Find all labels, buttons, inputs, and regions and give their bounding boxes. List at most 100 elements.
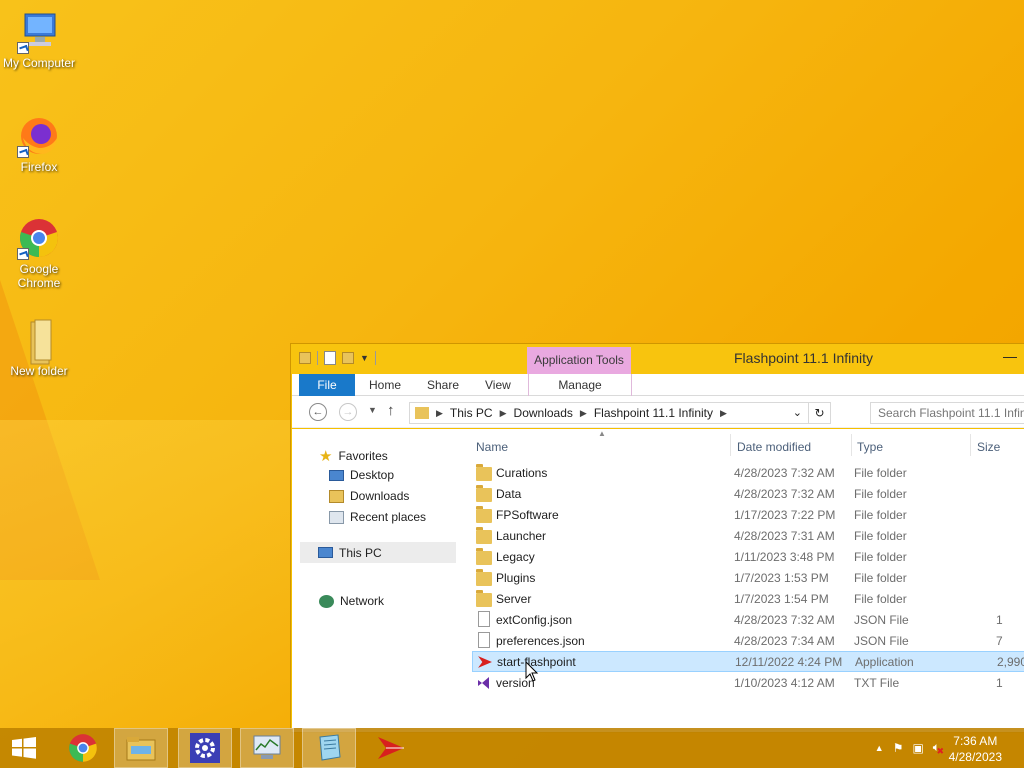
table-row[interactable]: FPSoftware 1/17/2023 7:22 PM File folder xyxy=(472,504,1024,525)
table-row[interactable]: Data 4/28/2023 7:32 AM File folder xyxy=(472,483,1024,504)
tab-manage[interactable]: Manage xyxy=(528,374,632,396)
file-date: 4/28/2023 7:31 AM xyxy=(734,528,835,543)
windows-logo-icon xyxy=(12,737,36,759)
desktop-icon-my-computer[interactable]: My Computer xyxy=(2,10,76,70)
flashpoint-icon xyxy=(378,737,404,759)
nav-network[interactable]: Network xyxy=(319,594,384,608)
breadcrumb-downloads[interactable]: Downloads xyxy=(514,406,573,420)
table-row[interactable]: start-flashpoint 12/11/2022 4:24 PM Applic… xyxy=(472,651,1024,672)
taskbar-notepad[interactable] xyxy=(302,728,356,768)
desktop-icon-label: Google Chrome xyxy=(17,262,61,290)
chrome-icon xyxy=(17,216,61,260)
show-hidden-icons-icon[interactable]: ▲ xyxy=(875,743,884,753)
file-date: 4/28/2023 7:32 AM xyxy=(734,612,835,627)
start-button[interactable] xyxy=(0,728,48,768)
file-date: 1/10/2023 4:12 AM xyxy=(734,675,835,690)
column-header-size[interactable]: Size xyxy=(977,440,1000,454)
title-bar[interactable]: ▼ Application Tools Flashpoint 11.1 Infi… xyxy=(291,344,1024,374)
nav-favorites[interactable]: ★ Favorites xyxy=(319,447,388,465)
volume-muted-icon[interactable]: 🔈︎ ✖ xyxy=(933,740,944,756)
nav-label: Recent places xyxy=(350,510,427,524)
refresh-icon[interactable]: ↻ xyxy=(808,403,830,423)
file-icon xyxy=(478,632,490,648)
file-date: 4/28/2023 7:32 AM xyxy=(734,465,835,480)
taskbar-flashpoint[interactable] xyxy=(364,728,418,768)
back-button[interactable]: ← xyxy=(309,403,327,421)
desktop-icon-chrome[interactable]: Google Chrome xyxy=(2,216,76,290)
column-divider[interactable] xyxy=(851,434,852,456)
address-bar[interactable]: ▶ This PC ▶ Downloads ▶ Flashpoint 11.1 … xyxy=(409,402,831,424)
nav-label: Network xyxy=(340,594,385,608)
folder-icon xyxy=(476,590,492,607)
desktop-icon-label: My Computer xyxy=(2,56,76,70)
column-header-name[interactable]: Name xyxy=(476,440,508,454)
desktop-icon-firefox[interactable]: Firefox xyxy=(2,114,76,174)
file-date: 1/11/2023 3:48 PM xyxy=(734,549,835,564)
forward-button[interactable]: → xyxy=(339,403,357,421)
taskbar-file-explorer[interactable] xyxy=(114,728,168,768)
nav-recent-places[interactable]: Recent places xyxy=(329,510,426,524)
breadcrumb-flashpoint[interactable]: Flashpoint 11.1 Infinity xyxy=(594,406,713,420)
recent-places-icon xyxy=(329,510,344,524)
table-row[interactable]: Launcher 4/28/2023 7:31 AM File folder xyxy=(472,525,1024,546)
minimize-button[interactable]: — xyxy=(1003,348,1017,364)
desktop-icon xyxy=(329,469,344,481)
tab-home[interactable]: Home xyxy=(369,374,401,396)
properties-icon[interactable] xyxy=(324,351,336,365)
computer-icon xyxy=(318,547,333,558)
column-divider[interactable] xyxy=(970,434,971,456)
file-type: TXT File xyxy=(854,675,900,690)
network-icon[interactable]: ▣ xyxy=(912,741,923,755)
table-row[interactable]: Legacy 1/11/2023 3:48 PM File folder xyxy=(472,546,1024,567)
tab-file[interactable]: File xyxy=(299,374,355,396)
nav-this-pc[interactable]: This PC xyxy=(300,542,456,563)
file-size: 1 xyxy=(996,675,1003,690)
table-row[interactable]: preferences.json 4/28/2023 7:34 AM JSON Fi… xyxy=(472,630,1024,651)
table-row[interactable]: Server 1/7/2023 1:54 PM File folder xyxy=(472,588,1024,609)
wallpaper-shape xyxy=(0,420,300,740)
nav-desktop[interactable]: Desktop xyxy=(329,468,394,482)
chrome-icon xyxy=(69,734,97,762)
divider xyxy=(317,351,318,365)
nav-label: Favorites xyxy=(338,449,388,463)
table-row[interactable]: Curations 4/28/2023 7:32 AM File folder xyxy=(472,462,1024,483)
tab-share[interactable]: Share xyxy=(427,374,459,396)
chevron-down-icon[interactable]: ▼ xyxy=(360,353,369,363)
file-type: JSON File xyxy=(854,633,909,648)
taskbar-settings[interactable] xyxy=(178,728,232,768)
column-header-date[interactable]: Date modified xyxy=(737,440,811,454)
table-row[interactable]: version 1/10/2023 4:12 AM TXT File 1 xyxy=(472,672,1024,693)
file-name: extConfig.json xyxy=(496,612,573,627)
clock[interactable]: 7:36 AM 4/28/2023 xyxy=(949,733,1002,765)
folder-icon xyxy=(476,527,492,544)
taskbar-chrome[interactable] xyxy=(56,728,110,768)
table-row[interactable]: extConfig.json 4/28/2023 7:32 AM JSON File… xyxy=(472,609,1024,630)
folder-icon xyxy=(17,318,61,365)
file-date: 12/11/2022 4:24 PM xyxy=(735,654,843,669)
desktop-icon-new-folder[interactable]: New folder xyxy=(2,318,76,378)
explorer-window[interactable]: ▼ Application Tools Flashpoint 11.1 Infi… xyxy=(290,343,1024,733)
breadcrumb-this-pc[interactable]: This PC xyxy=(450,406,493,420)
file-size: 2,990 xyxy=(997,654,1024,669)
downloads-icon xyxy=(329,489,344,503)
nav-downloads[interactable]: Downloads xyxy=(329,489,409,503)
nav-label: This PC xyxy=(339,545,382,560)
recent-locations-icon[interactable]: ▼ xyxy=(368,405,377,415)
system-tray: ▲ ⚑ ▣ 🔈︎ ✖ xyxy=(875,740,944,756)
column-divider[interactable] xyxy=(730,434,731,456)
folder-icon xyxy=(299,352,311,364)
chevron-right-icon: ▶ xyxy=(579,407,587,418)
search-input[interactable]: Search Flashpoint 11.1 Infinity xyxy=(870,402,1024,424)
column-header-type[interactable]: Type xyxy=(857,440,883,454)
up-button[interactable]: ↑ xyxy=(387,402,395,419)
file-name: Launcher xyxy=(496,528,547,543)
desktop-icon-label: Firefox xyxy=(20,160,58,174)
tab-view[interactable]: View xyxy=(485,374,511,396)
taskbar-resource-monitor[interactable] xyxy=(240,728,294,768)
new-folder-icon[interactable] xyxy=(342,352,354,364)
chevron-right-icon: ▶ xyxy=(436,407,443,418)
flag-icon[interactable]: ⚑ xyxy=(893,741,904,755)
address-dropdown-icon[interactable]: ⌄ xyxy=(793,406,802,419)
table-row[interactable]: Plugins 1/7/2023 1:53 PM File folder xyxy=(472,567,1024,588)
explorer-content: ★ Favorites Desktop Downloads Recent pla… xyxy=(292,429,1024,732)
